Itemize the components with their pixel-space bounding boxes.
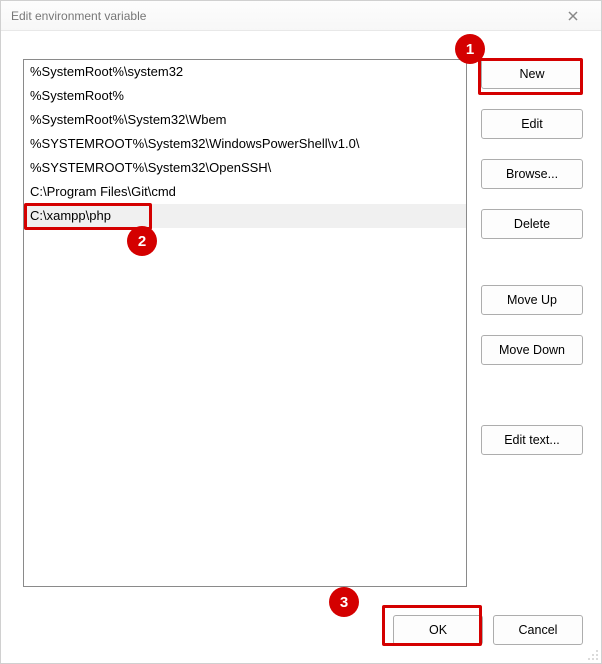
- side-button-column: New Edit Browse... Delete Move Up Move D…: [481, 59, 583, 587]
- list-item[interactable]: %SystemRoot%\system32: [24, 60, 466, 84]
- list-item[interactable]: C:\Program Files\Git\cmd: [24, 180, 466, 204]
- edit-text-button[interactable]: Edit text...: [481, 425, 583, 455]
- new-button[interactable]: New: [481, 59, 583, 89]
- browse-button[interactable]: Browse...: [481, 159, 583, 189]
- list-item[interactable]: %SYSTEMROOT%\System32\WindowsPowerShell\…: [24, 132, 466, 156]
- delete-button[interactable]: Delete: [481, 209, 583, 239]
- path-listbox[interactable]: %SystemRoot%\system32%SystemRoot%%System…: [23, 59, 467, 587]
- close-button[interactable]: [553, 1, 593, 31]
- ok-button[interactable]: OK: [393, 615, 483, 645]
- list-item[interactable]: %SystemRoot%\System32\Wbem: [24, 108, 466, 132]
- close-icon: [568, 11, 578, 21]
- footer-buttons: OK Cancel: [393, 615, 583, 645]
- move-up-button[interactable]: Move Up: [481, 285, 583, 315]
- list-item[interactable]: C:\xampp\php: [24, 204, 466, 228]
- resize-grip-icon[interactable]: [586, 648, 598, 660]
- cancel-button[interactable]: Cancel: [493, 615, 583, 645]
- move-down-button[interactable]: Move Down: [481, 335, 583, 365]
- titlebar: Edit environment variable: [1, 1, 601, 31]
- edit-button[interactable]: Edit: [481, 109, 583, 139]
- dialog-content: %SystemRoot%\system32%SystemRoot%%System…: [1, 31, 601, 663]
- list-item[interactable]: %SystemRoot%: [24, 84, 466, 108]
- window-title: Edit environment variable: [11, 9, 146, 23]
- list-item[interactable]: %SYSTEMROOT%\System32\OpenSSH\: [24, 156, 466, 180]
